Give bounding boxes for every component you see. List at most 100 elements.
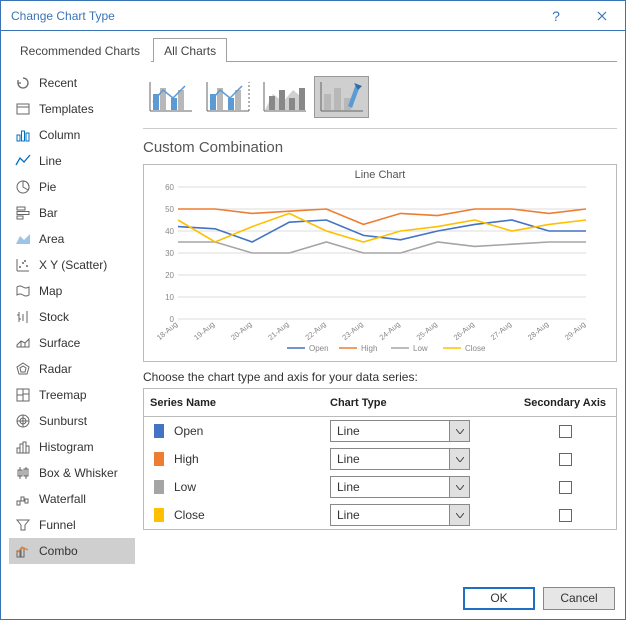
series-swatch xyxy=(154,480,164,494)
combo-subtitle: Custom Combination xyxy=(143,129,617,164)
tab-recommended[interactable]: Recommended Charts xyxy=(9,38,151,62)
svg-text:60: 60 xyxy=(165,183,174,192)
sidebar-item-box-whisker[interactable]: Box & Whisker xyxy=(9,460,135,486)
series-name-label: Low xyxy=(174,480,196,494)
sidebar-item-waterfall[interactable]: Waterfall xyxy=(9,486,135,512)
tab-all-charts[interactable]: All Charts xyxy=(153,38,227,62)
secondary-axis-checkbox[interactable] xyxy=(559,425,572,438)
svg-text:30: 30 xyxy=(165,249,174,258)
sidebar-item-label: Line xyxy=(39,154,62,168)
svg-text:28-Aug: 28-Aug xyxy=(526,320,550,342)
waterfall-icon xyxy=(15,491,31,507)
sidebar-item-label: Map xyxy=(39,284,62,298)
svg-text:19-Aug: 19-Aug xyxy=(192,320,216,342)
chart-preview[interactable]: Line Chart 010203040506018-Aug19-Aug20-A… xyxy=(143,164,617,362)
svg-text:18-Aug: 18-Aug xyxy=(155,320,179,342)
sidebar-item-label: Templates xyxy=(39,102,94,116)
chart-type-value: Line xyxy=(337,424,360,438)
line-icon xyxy=(15,153,31,169)
histogram-icon xyxy=(15,439,31,455)
secondary-axis-checkbox[interactable] xyxy=(559,481,572,494)
pie-icon xyxy=(15,179,31,195)
sidebar-item-x-y-scatter-[interactable]: X Y (Scatter) xyxy=(9,252,135,278)
sidebar-item-label: Sunburst xyxy=(39,414,87,428)
subtype-clustered-column-line[interactable] xyxy=(143,76,198,118)
chart-type-dropdown[interactable]: Line xyxy=(330,420,470,442)
tab-strip: Recommended Charts All Charts xyxy=(1,31,625,61)
sidebar-item-histogram[interactable]: Histogram xyxy=(9,434,135,460)
dialog-footer: OK Cancel xyxy=(1,577,625,619)
help-button[interactable]: ? xyxy=(533,1,579,30)
subtype-clustered-column-line-secondary[interactable] xyxy=(200,76,255,118)
series-name-label: High xyxy=(174,452,199,466)
sidebar-item-label: Histogram xyxy=(39,440,94,454)
stock-icon xyxy=(15,309,31,325)
sidebar-item-line[interactable]: Line xyxy=(9,148,135,174)
sidebar-item-funnel[interactable]: Funnel xyxy=(9,512,135,538)
col-head-type: Chart Type xyxy=(330,397,520,409)
chart-type-dropdown[interactable]: Line xyxy=(330,476,470,498)
sidebar-item-stock[interactable]: Stock xyxy=(9,304,135,330)
sidebar-item-label: Radar xyxy=(39,362,72,376)
subtype-stacked-area-column[interactable] xyxy=(257,76,312,118)
close-button[interactable] xyxy=(579,1,625,30)
sidebar-item-column[interactable]: Column xyxy=(9,122,135,148)
dialog-change-chart-type: Change Chart Type ? Recommended Charts A… xyxy=(0,0,626,620)
svg-text:Low: Low xyxy=(413,344,428,353)
combo-subtype-row xyxy=(143,70,617,128)
secondary-axis-checkbox[interactable] xyxy=(559,453,572,466)
sidebar-item-recent[interactable]: Recent xyxy=(9,70,135,96)
sidebar-item-label: Bar xyxy=(39,206,58,220)
svg-text:27-Aug: 27-Aug xyxy=(489,320,513,342)
series-row: Low Line xyxy=(144,473,616,501)
sidebar-item-label: Pie xyxy=(39,180,56,194)
titlebar: Change Chart Type ? xyxy=(1,1,625,31)
secondary-axis-checkbox[interactable] xyxy=(559,509,572,522)
sidebar-item-radar[interactable]: Radar xyxy=(9,356,135,382)
treemap-icon xyxy=(15,387,31,403)
svg-text:20: 20 xyxy=(165,271,174,280)
sidebar-item-label: Stock xyxy=(39,310,69,324)
cancel-button[interactable]: Cancel xyxy=(543,587,615,610)
sidebar-item-bar[interactable]: Bar xyxy=(9,200,135,226)
recent-icon xyxy=(15,75,31,91)
col-head-secondary: Secondary Axis xyxy=(520,397,610,409)
sidebar-item-sunburst[interactable]: Sunburst xyxy=(9,408,135,434)
series-row: OpenLine xyxy=(144,417,616,445)
templates-icon xyxy=(15,101,31,117)
series-row: High Line xyxy=(144,445,616,473)
chevron-down-icon xyxy=(449,421,469,441)
chevron-down-icon xyxy=(449,449,469,469)
col-head-series: Series Name xyxy=(150,397,330,409)
sidebar-item-label: Column xyxy=(39,128,80,142)
bar-icon xyxy=(15,205,31,221)
map-icon xyxy=(15,283,31,299)
svg-text:21-Aug: 21-Aug xyxy=(266,320,290,342)
chart-type-value: Line xyxy=(337,452,360,466)
sunburst-icon xyxy=(15,413,31,429)
svg-text:50: 50 xyxy=(165,205,174,214)
sidebar-item-pie[interactable]: Pie xyxy=(9,174,135,200)
sidebar-item-treemap[interactable]: Treemap xyxy=(9,382,135,408)
sidebar-item-map[interactable]: Map xyxy=(9,278,135,304)
chart-type-dropdown[interactable]: Line xyxy=(330,504,470,526)
combo-icon xyxy=(15,543,31,559)
column-icon xyxy=(15,127,31,143)
x-y-scatter--icon xyxy=(15,257,31,273)
svg-text:Close: Close xyxy=(465,344,486,353)
series-instruction: Choose the chart type and axis for your … xyxy=(143,362,617,388)
sidebar-item-area[interactable]: Area xyxy=(9,226,135,252)
series-row: CloseLine xyxy=(144,501,616,529)
sidebar-item-combo[interactable]: Combo xyxy=(9,538,135,564)
sidebar-item-surface[interactable]: Surface xyxy=(9,330,135,356)
series-swatch xyxy=(154,508,164,522)
sidebar-item-label: Area xyxy=(39,232,64,246)
series-swatch xyxy=(154,424,164,438)
subtype-custom-combination[interactable] xyxy=(314,76,369,118)
sidebar-item-label: Combo xyxy=(39,544,78,558)
sidebar-item-templates[interactable]: Templates xyxy=(9,96,135,122)
sidebar-item-label: Surface xyxy=(39,336,80,350)
ok-button[interactable]: OK xyxy=(463,587,535,610)
chart-type-dropdown[interactable]: Line xyxy=(330,448,470,470)
box-whisker-icon xyxy=(15,465,31,481)
